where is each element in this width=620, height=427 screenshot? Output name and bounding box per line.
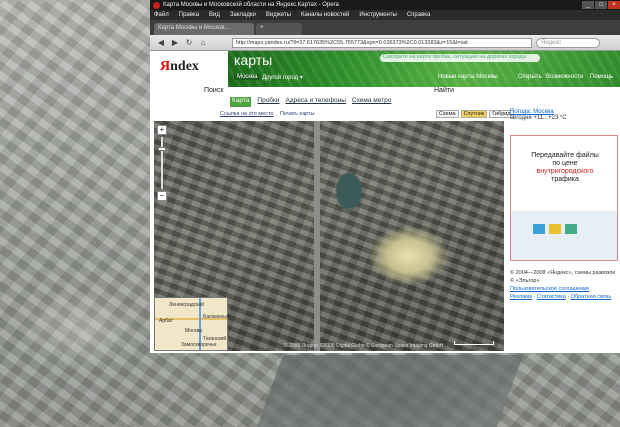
search-row: Поиск Найти: [150, 87, 620, 97]
minimap-label: Ленинградский: [169, 302, 204, 308]
map-type-scheme[interactable]: Схема: [436, 110, 459, 118]
ad-line: Передавайте файлы: [531, 152, 599, 159]
map-scale-bar: [454, 341, 494, 345]
advertisement-banner[interactable]: Передавайте файлы по цене внутригородско…: [510, 135, 618, 261]
map-copyright: © 2008 Яндекс ©2006 Digital Globe © Euro…: [284, 343, 444, 349]
header-banner: карты Смотрите на карте пробки, ситуацию…: [228, 51, 620, 87]
minimap-label: Арбат: [159, 318, 173, 324]
tab-yandex-maps[interactable]: Карта Москвы и Москов...: [154, 23, 254, 35]
weather-temp: сегодня +11...+23 °C: [510, 115, 567, 121]
yandex-logo[interactable]: Яndex: [160, 59, 199, 75]
header-link-open[interactable]: Открыть: [518, 74, 542, 80]
menu-help[interactable]: Справка: [407, 12, 431, 18]
window-controls: _ □ ×: [582, 1, 620, 9]
opera-logo-icon: [153, 1, 160, 9]
city-chip[interactable]: Москва: [234, 74, 261, 80]
overview-minimap[interactable]: Ленинградский Москва Арбат Басманный Зам…: [154, 297, 230, 351]
menu-bar: Файл Правка Вид Закладки Виджеты Каналы …: [150, 10, 620, 20]
header-link-new-maps[interactable]: Новые карты Москвы: [438, 74, 498, 80]
find-button[interactable]: Найти: [434, 87, 454, 94]
menu-view[interactable]: Вид: [209, 12, 220, 18]
footer-link-agreement[interactable]: Пользовательское соглашение: [510, 285, 618, 293]
minimap-label: Замоскворечье: [181, 342, 217, 348]
zoom-slider[interactable]: [158, 137, 166, 189]
page-footer-links: © 2004—2008 «Яндекс», схемы развязок © «…: [510, 269, 618, 301]
zoom-out-button[interactable]: −: [157, 191, 167, 201]
back-button[interactable]: ◀: [156, 38, 166, 48]
title-bar: Карта Москвы и Московской области на Янд…: [150, 0, 620, 10]
zoom-slider-thumb[interactable]: [158, 147, 166, 151]
tab-addresses[interactable]: Адреса и телефоны: [286, 97, 346, 107]
close-button[interactable]: ×: [608, 1, 620, 9]
cube-icon: [549, 224, 561, 234]
print-map-link[interactable]: Печать карты: [280, 111, 315, 117]
logo-rest: ndex: [170, 59, 199, 74]
minimap-label: Таганский: [203, 336, 227, 342]
ad-line-highlight: внутригородского: [536, 168, 594, 175]
web-page: Яndex карты Смотрите на карте пробки, си…: [150, 51, 620, 353]
zoom-controls: + −: [157, 125, 169, 203]
section-title: карты: [234, 52, 273, 68]
minimap-label: Басманный: [203, 314, 230, 320]
minimize-button[interactable]: _: [582, 1, 594, 9]
menu-file[interactable]: Файл: [154, 12, 169, 18]
reload-icon[interactable]: ↻: [184, 38, 194, 48]
menu-bookmarks[interactable]: Закладки: [230, 12, 256, 18]
footer-credit: © «Эльгор»: [510, 278, 540, 284]
search-input[interactable]: Яндекс: [536, 38, 600, 48]
tab-bar: Карта Москвы и Москов... +: [150, 20, 620, 35]
header-link-help[interactable]: Помощь: [590, 74, 613, 80]
cube-icon: [565, 224, 577, 234]
maximize-button[interactable]: □: [595, 1, 607, 9]
header-link-features[interactable]: Возможности: [546, 74, 583, 80]
cube-icon: [533, 224, 545, 234]
logo-letter: Я: [160, 59, 171, 74]
promo-text[interactable]: Смотрите на карте пробки, ситуацию на до…: [380, 54, 540, 62]
header-subnav: Москва Другой город ▾ Новые карты Москвы…: [228, 73, 620, 83]
footer-link-stats[interactable]: Статистика: [537, 294, 566, 300]
footer-copyright: © 2004—2008 «Яндекс», схемы развязок: [510, 270, 615, 276]
ad-line: по цене: [552, 160, 578, 167]
map-toolbar: Ссылка на это место Печать карты Схема С…: [150, 109, 514, 119]
footer-link-ads[interactable]: Реклама: [510, 294, 532, 300]
city-change-link[interactable]: Другой город ▾: [262, 74, 303, 81]
menu-widgets[interactable]: Виджеты: [266, 12, 291, 18]
satellite-map[interactable]: + − Ленинградский Москва Арбат Басманный…: [154, 121, 504, 351]
map-type-switch: Схема Спутник Гибрид: [436, 110, 514, 118]
new-tab-button[interactable]: +: [256, 23, 302, 35]
ad-text: Передавайте файлы по цене внутригородско…: [515, 152, 615, 184]
link-to-place[interactable]: Ссылка на это место: [220, 111, 273, 117]
context-tabs: Карта Пробки Адреса и телефоны Схема мет…: [230, 97, 391, 107]
search-label: Поиск: [204, 87, 224, 94]
home-icon[interactable]: ⌂: [198, 38, 208, 48]
tab-traffic[interactable]: Пробки: [257, 97, 279, 107]
footer-link-feedback[interactable]: Обратная связь: [571, 294, 612, 300]
menu-edit[interactable]: Правка: [179, 12, 199, 18]
address-toolbar: ◀ ▶ ↻ ⌂ http://maps.yandex.ru/?ll=37.617…: [150, 35, 620, 51]
browser-chrome: Карта Москвы и Московской области на Янд…: [150, 0, 620, 20]
url-field[interactable]: http://maps.yandex.ru/?ll=37.617635%2C55…: [232, 38, 532, 48]
tab-map[interactable]: Карта: [230, 97, 252, 107]
tab-metro[interactable]: Схема метро: [352, 97, 391, 107]
wallpaper-river: [256, 355, 524, 427]
menu-tools[interactable]: Инструменты: [359, 12, 396, 18]
minimap-label: Москва: [185, 328, 203, 334]
ad-line: трафика: [551, 176, 579, 183]
map-type-satellite[interactable]: Спутник: [460, 110, 488, 118]
ad-illustration: [533, 224, 577, 234]
zoom-in-button[interactable]: +: [157, 125, 167, 135]
page-header: Яndex карты Смотрите на карте пробки, си…: [150, 51, 620, 87]
menu-feeds[interactable]: Каналы новостей: [301, 12, 349, 18]
weather-widget: Погода: Москва сегодня +11...+23 °C: [510, 109, 567, 121]
forward-button[interactable]: ▶: [170, 38, 180, 48]
window-title: Карта Москвы и Московской области на Янд…: [163, 2, 339, 8]
